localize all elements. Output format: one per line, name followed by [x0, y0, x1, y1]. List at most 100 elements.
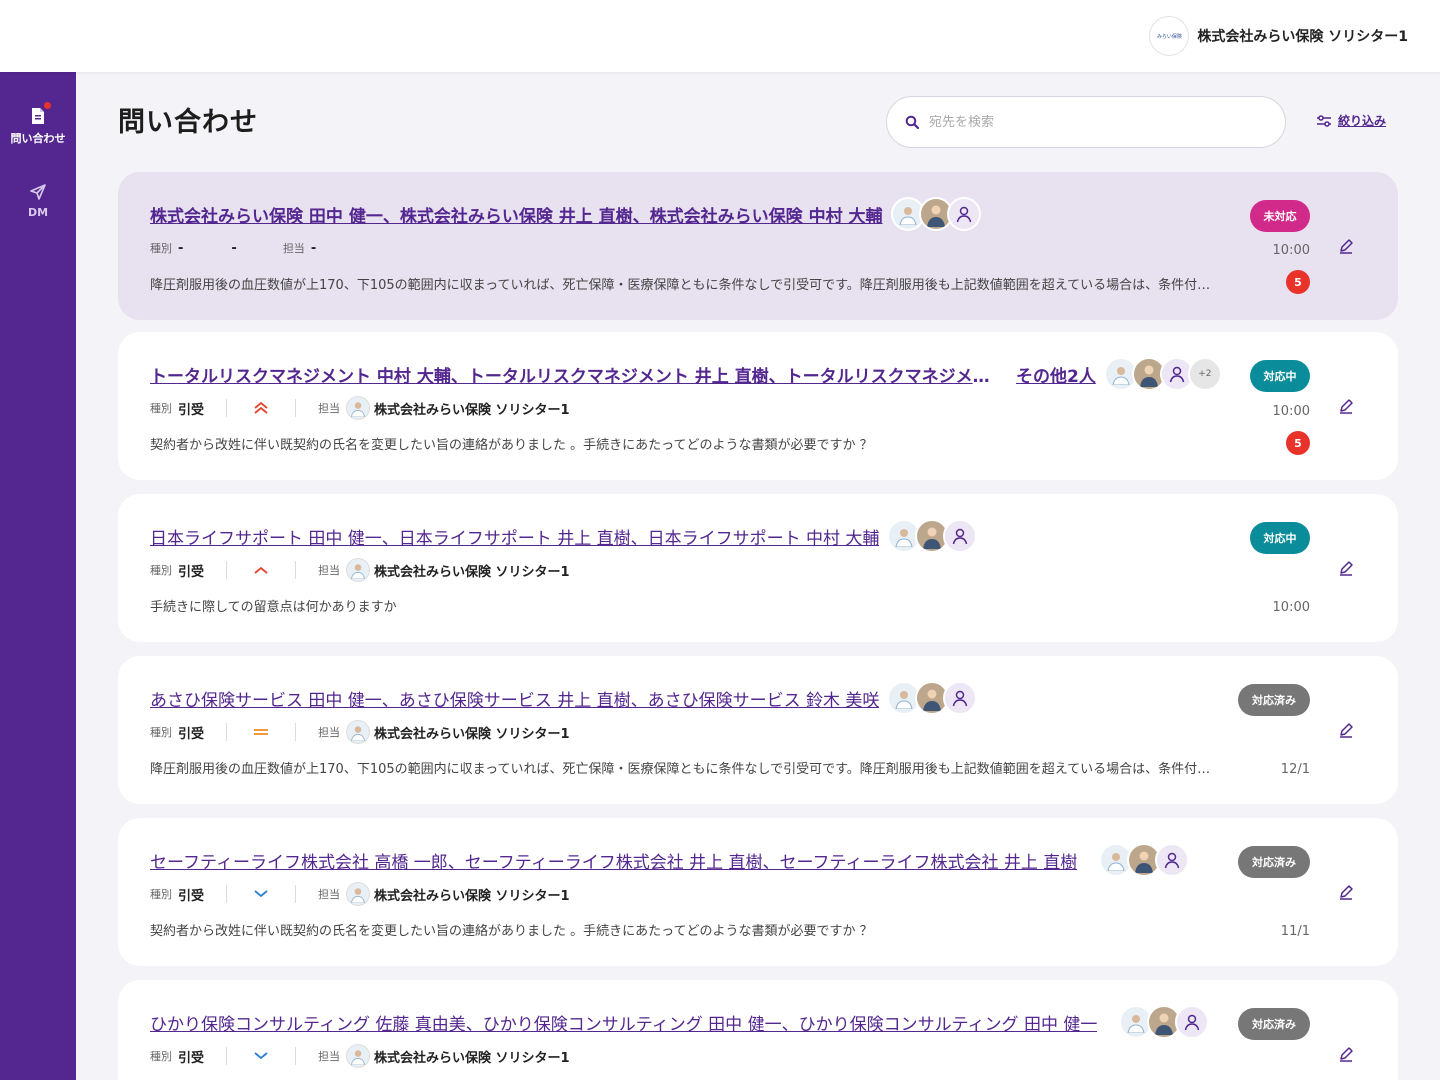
edit-button[interactable]	[1336, 558, 1356, 578]
account-menu[interactable]: みらい保険 株式会社みらい保険 ソリシター1	[1149, 16, 1408, 56]
divider	[295, 885, 297, 903]
inquiry-preview: 降圧剤服用後の血圧数値が上170、下105の範囲内に収まっていれば、死亡保障・医…	[150, 278, 1220, 293]
inquiry-meta: 種別 - - 担当 -	[150, 236, 316, 260]
assignee-value: 株式会社みらい保険 ソリシター1	[374, 1050, 570, 1066]
inquiry-preview: 契約者から改姓に伴い既契約の氏名を変更したい旨の連絡がありました 。手続きにあた…	[150, 438, 873, 453]
unread-count-badge: 5	[1286, 270, 1310, 294]
inquiry-card[interactable]: 日本ライフサポート 田中 健一、日本ライフサポート 井上 直樹、日本ライフサポー…	[118, 494, 1398, 642]
divider	[226, 561, 228, 579]
type-label: 種別	[150, 888, 172, 901]
edit-button[interactable]	[1336, 720, 1356, 740]
person-icon	[943, 519, 978, 553]
person-icon	[1155, 843, 1190, 877]
edit-button[interactable]	[1336, 396, 1356, 416]
pencil-icon	[1340, 239, 1353, 254]
inquiry-meta: 種別 引受 担当 株式会社みらい保険 ソリシター1	[150, 720, 570, 744]
timestamp: 12/1	[1280, 762, 1310, 777]
participant-avatars	[887, 519, 978, 553]
divider	[295, 561, 297, 579]
pencil-icon	[1340, 723, 1353, 738]
participant-avatars	[1099, 843, 1190, 877]
divider	[295, 399, 297, 417]
person-icon	[943, 681, 978, 715]
assignee-avatar	[346, 720, 371, 744]
divider	[226, 885, 228, 903]
divider	[226, 1047, 228, 1065]
sidebar-item-inquiries[interactable]: 問い合わせ	[0, 102, 76, 146]
timestamp: 10:00	[1272, 600, 1310, 615]
filter-label: 絞り込み	[1338, 114, 1387, 128]
status-badge: 未対応	[1250, 200, 1310, 232]
participant-avatars	[887, 681, 978, 715]
assignee-label: 担当	[318, 1050, 341, 1063]
search-box[interactable]	[886, 96, 1286, 148]
send-icon	[28, 182, 48, 202]
status-badge: 対応中	[1250, 360, 1310, 392]
assignee-value: 株式会社みらい保険 ソリシター1	[374, 564, 570, 580]
notification-dot	[44, 102, 51, 109]
inquiry-title[interactable]: ひかり保険コンサルティング 佐藤 真由美、ひかり保険コンサルティング 田中 健一…	[150, 1010, 1097, 1035]
top-bar: みらい保険 株式会社みらい保険 ソリシター1	[0, 0, 1440, 72]
assignee-label: 担当	[318, 726, 341, 739]
type-label: 種別	[150, 1050, 172, 1063]
search-input[interactable]	[929, 114, 1229, 130]
type-value: 引受	[178, 1050, 205, 1066]
account-name: 株式会社みらい保険 ソリシター1	[1197, 29, 1408, 45]
more-participants-link[interactable]: その他2人	[1016, 362, 1096, 387]
inquiry-title[interactable]: 日本ライフサポート 田中 健一、日本ライフサポート 井上 直樹、日本ライフサポー…	[150, 524, 879, 549]
assignee-avatar	[346, 882, 371, 906]
sidebar: 問い合わせ DM	[0, 72, 76, 1080]
filter-button[interactable]: 絞り込み	[1316, 112, 1386, 129]
priority-highest-icon	[249, 399, 273, 417]
priority-high-icon	[249, 561, 273, 579]
document-icon	[28, 102, 51, 126]
person-icon	[946, 197, 981, 231]
extra-participants-count: +2	[1187, 357, 1222, 391]
inquiry-card[interactable]: トータルリスクマネジメント 中村 大輔、トータルリスクマネジメント 井上 直樹、…	[118, 332, 1398, 480]
inquiry-title[interactable]: セーフティーライフ株式会社 高橋 一郎、セーフティーライフ株式会社 井上 直樹、…	[150, 848, 1077, 873]
edit-button[interactable]	[1336, 236, 1356, 256]
assignee-value: 株式会社みらい保険 ソリシター1	[374, 888, 570, 904]
timestamp: 10:00	[1272, 404, 1310, 419]
edit-button[interactable]	[1336, 882, 1356, 902]
priority-medium-icon	[249, 723, 273, 741]
type-label: 種別	[150, 726, 172, 739]
edit-button[interactable]	[1336, 1044, 1356, 1064]
priority-value: -	[231, 240, 237, 256]
status-badge: 対応済み	[1238, 1008, 1310, 1040]
pencil-icon	[1340, 399, 1353, 414]
sidebar-item-dm[interactable]: DM	[0, 182, 76, 219]
company-logo: みらい保険	[1149, 16, 1190, 56]
type-label: 種別	[150, 242, 172, 255]
participant-avatars: +2	[1103, 357, 1222, 391]
status-badge: 対応済み	[1238, 684, 1310, 716]
divider	[226, 399, 228, 417]
status-badge: 対応済み	[1238, 846, 1310, 878]
inquiry-card[interactable]: あさひ保険サービス 田中 健一、あさひ保険サービス 井上 直樹、あさひ保険サービ…	[118, 656, 1398, 804]
divider	[226, 723, 228, 741]
divider	[295, 1047, 297, 1065]
type-label: 種別	[150, 564, 172, 577]
inquiry-title[interactable]: トータルリスクマネジメント 中村 大輔、トータルリスクマネジメント 井上 直樹、…	[150, 362, 1002, 387]
sidebar-item-label: 問い合わせ	[10, 132, 66, 145]
unread-count-badge: 5	[1286, 431, 1310, 455]
pencil-icon	[1340, 885, 1353, 900]
timestamp: 11/1	[1280, 924, 1310, 939]
search-icon	[905, 115, 919, 129]
assignee-avatar	[346, 558, 371, 582]
inquiry-card[interactable]: セーフティーライフ株式会社 高橋 一郎、セーフティーライフ株式会社 井上 直樹、…	[118, 818, 1398, 966]
type-value: 引受	[178, 402, 205, 418]
status-badge: 対応中	[1250, 522, 1310, 554]
sliders-icon	[1317, 114, 1331, 127]
participant-avatars	[1119, 1005, 1210, 1039]
inquiry-card[interactable]: 株式会社みらい保険 田中 健一、株式会社みらい保険 井上 直樹、株式会社みらい保…	[118, 172, 1398, 320]
assignee-value: 株式会社みらい保険 ソリシター1	[374, 402, 570, 418]
inquiry-card[interactable]: ひかり保険コンサルティング 佐藤 真由美、ひかり保険コンサルティング 田中 健一…	[118, 980, 1398, 1080]
participant-avatars	[890, 197, 981, 231]
assignee-avatar	[346, 1044, 371, 1068]
type-value: 引受	[178, 726, 205, 742]
inquiry-preview: 手続きに際しての留意点は何かありますか	[150, 600, 397, 615]
type-label: 種別	[150, 402, 172, 415]
inquiry-title[interactable]: 株式会社みらい保険 田中 健一、株式会社みらい保険 井上 直樹、株式会社みらい保…	[150, 202, 883, 227]
inquiry-title[interactable]: あさひ保険サービス 田中 健一、あさひ保険サービス 井上 直樹、あさひ保険サービ…	[150, 686, 879, 711]
